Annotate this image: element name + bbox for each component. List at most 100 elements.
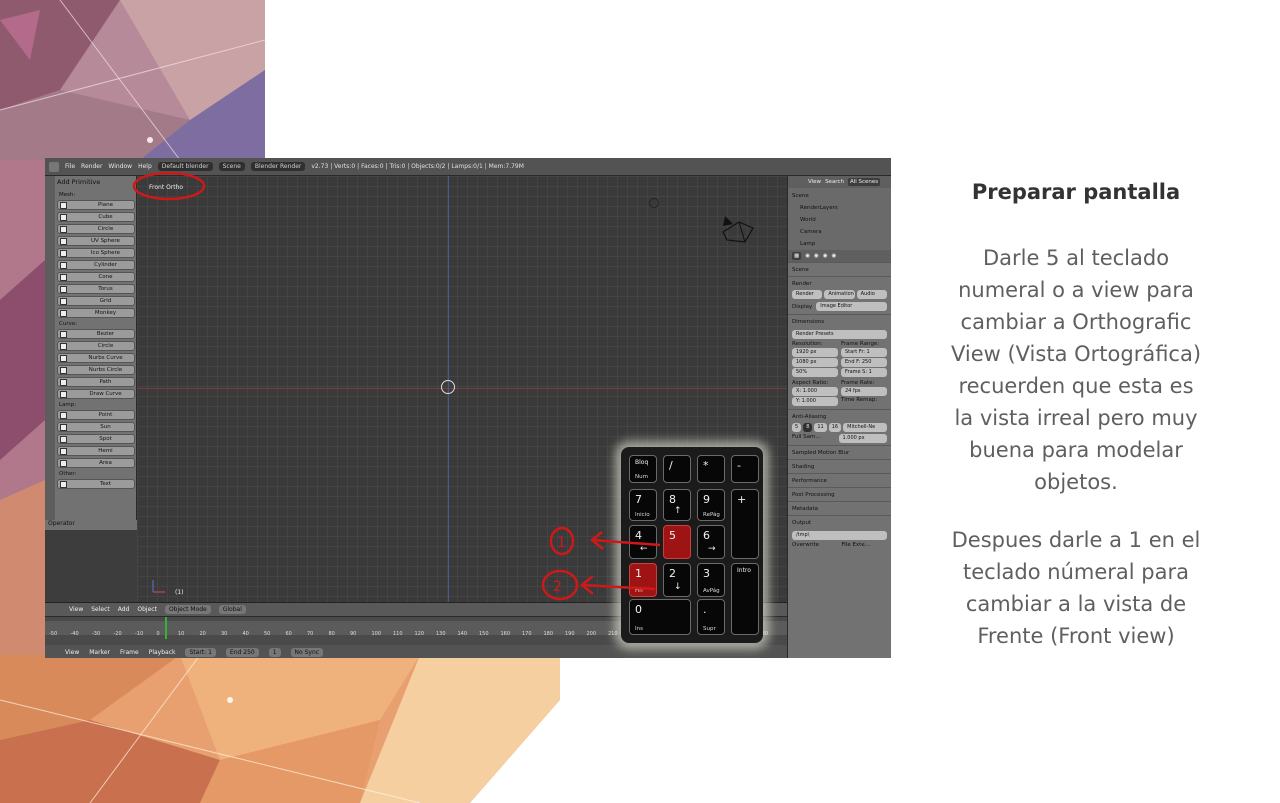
viewport-object-menu[interactable]: Object: [137, 606, 157, 613]
numpad-key-[interactable]: +: [731, 489, 759, 559]
mesh-cylinder-button[interactable]: Cylinder: [57, 260, 135, 270]
sync-select[interactable]: No Sync: [290, 647, 324, 657]
orientation-select[interactable]: Global: [218, 605, 246, 614]
viewport-view-menu[interactable]: View: [69, 606, 83, 613]
operator-panel-header[interactable]: Operator: [45, 520, 137, 530]
lamp-area-button[interactable]: Area: [57, 458, 135, 468]
mesh-uv-sphere-button[interactable]: UV Sphere: [57, 236, 135, 246]
render-presets-select[interactable]: Render Presets: [792, 330, 887, 339]
mesh-grid-button[interactable]: Grid: [57, 296, 135, 306]
current-frame-input[interactable]: 1: [268, 647, 281, 657]
curve-circle-button[interactable]: Circle: [57, 341, 135, 351]
numpad-key-bloq[interactable]: Bloq Num: [629, 455, 657, 483]
overwrite-checkbox[interactable]: Overwrite: [792, 542, 838, 548]
output-section[interactable]: Output: [788, 515, 891, 529]
aa-filter-select[interactable]: Mitchell-Ne: [843, 423, 887, 432]
mesh-torus-button[interactable]: Torus: [57, 284, 135, 294]
outliner-view-menu[interactable]: View: [808, 179, 821, 185]
aa-samples-16[interactable]: 16: [828, 423, 842, 432]
filter-size-field[interactable]: 1.000 px: [838, 434, 887, 443]
menu-help[interactable]: Help: [138, 163, 152, 170]
curve-bezier-button[interactable]: Bezier: [57, 329, 135, 339]
mesh-ico-sphere-button[interactable]: Ico Sphere: [57, 248, 135, 258]
viewport-add-menu[interactable]: Add: [118, 606, 130, 613]
end-frame-input[interactable]: End 250: [225, 647, 259, 657]
render-button[interactable]: Render: [792, 290, 823, 299]
end-frame-field[interactable]: End F: 250: [841, 358, 887, 367]
aa-samples-11[interactable]: 11: [814, 423, 827, 432]
screen-layout-select[interactable]: Default blender: [157, 162, 213, 171]
curve-nurbs-circle-button[interactable]: Nurbs Circle: [57, 365, 135, 375]
sampled-motion-blur-section[interactable]: Sampled Motion Blur: [788, 445, 891, 459]
timeline-marker-menu[interactable]: Marker: [89, 649, 110, 656]
numpad-key-[interactable]: . Supr: [697, 599, 725, 635]
mesh-cone-button[interactable]: Cone: [57, 272, 135, 282]
menu-render[interactable]: Render: [81, 163, 102, 170]
timeline-frame-menu[interactable]: Frame: [120, 649, 139, 656]
timeline-view-menu[interactable]: View: [65, 649, 79, 656]
3d-cursor-icon[interactable]: [441, 380, 455, 394]
lamp-sun-button[interactable]: Sun: [57, 422, 135, 432]
tool-shelf-tabs[interactable]: [45, 176, 55, 520]
metadata-section[interactable]: Metadata: [788, 501, 891, 515]
curve-draw-curve-button[interactable]: Draw Curve: [57, 389, 135, 399]
start-frame-field[interactable]: Start Fr: 1: [841, 348, 887, 357]
mesh-monkey-button[interactable]: Monkey: [57, 308, 135, 318]
timeline-playback-menu[interactable]: Playback: [149, 649, 176, 656]
shading-section[interactable]: Shading: [788, 459, 891, 473]
numpad-key-2[interactable]: 2 ↓: [663, 563, 691, 597]
numpad-key-4[interactable]: 4 ←: [629, 525, 657, 559]
full-sample-checkbox[interactable]: Full Sam...: [792, 434, 837, 443]
render-engine-select[interactable]: Blender Render: [250, 162, 306, 171]
mesh-cube-button[interactable]: Cube: [57, 212, 135, 222]
mesh-circle-button[interactable]: Circle: [57, 224, 135, 234]
render-section[interactable]: Render: [788, 276, 891, 290]
audio-button[interactable]: Audio: [856, 290, 887, 299]
outliner-item[interactable]: World: [792, 214, 887, 226]
outliner-item[interactable]: Camera: [792, 226, 887, 238]
res-x-field[interactable]: 1920 px: [792, 348, 838, 357]
res-y-field[interactable]: 1080 px: [792, 358, 838, 367]
output-path-field[interactable]: /tmp\: [792, 531, 887, 540]
fps-select[interactable]: 24 fps: [841, 387, 887, 396]
aa-samples-8[interactable]: 8: [803, 423, 813, 432]
aspect-x-field[interactable]: X: 1.000: [792, 387, 838, 396]
add-primitive-header[interactable]: Add Primitive: [57, 178, 135, 186]
outliner-item[interactable]: Scene: [792, 190, 887, 202]
anti-aliasing-section[interactable]: Anti-Aliasing: [788, 409, 891, 423]
outliner-item[interactable]: RenderLayers: [792, 202, 887, 214]
res-percent-field[interactable]: 50%: [792, 368, 838, 377]
numpad-key-[interactable]: -: [731, 455, 759, 483]
aa-samples-5[interactable]: 5: [792, 423, 802, 432]
display-select[interactable]: Image Editor: [816, 302, 887, 311]
scene-select[interactable]: Scene: [218, 162, 245, 171]
curve-path-button[interactable]: Path: [57, 377, 135, 387]
numpad-key-3[interactable]: 3 AvPág: [697, 563, 725, 597]
lamp-hemi-button[interactable]: Hemi: [57, 446, 135, 456]
viewport-select-menu[interactable]: Select: [91, 606, 110, 613]
curve-nurbs-curve-button[interactable]: Nurbs Curve: [57, 353, 135, 363]
menu-file[interactable]: File: [65, 163, 75, 170]
numpad-key-9[interactable]: 9 RePág: [697, 489, 725, 521]
numpad-key-8[interactable]: 8 ↑: [663, 489, 691, 521]
animation-button[interactable]: Animation: [824, 290, 855, 299]
editor-type-icon[interactable]: [49, 161, 59, 172]
mode-select[interactable]: Object Mode: [164, 605, 211, 614]
numpad-key-[interactable]: *: [697, 455, 725, 483]
numpad-key-0[interactable]: 0 Ins: [629, 599, 691, 635]
menu-window[interactable]: Window: [108, 163, 132, 170]
outliner-item[interactable]: Lamp: [792, 238, 887, 250]
numpad-key-6[interactable]: 6 →: [697, 525, 725, 559]
numpad-key-5[interactable]: 5: [663, 525, 691, 559]
performance-section[interactable]: Performance: [788, 473, 891, 487]
post-processing-section[interactable]: Post Processing: [788, 487, 891, 501]
numpad-key-1[interactable]: 1 Fin: [629, 563, 657, 597]
other-text-button[interactable]: Text: [57, 479, 135, 489]
lamp-spot-button[interactable]: Spot: [57, 434, 135, 444]
outliner-all-scenes[interactable]: All Scenes: [847, 178, 881, 186]
start-frame-input[interactable]: Start: 1: [185, 647, 216, 657]
camera-object-icon[interactable]: [719, 214, 759, 244]
lamp-point-button[interactable]: Point: [57, 410, 135, 420]
dimensions-section[interactable]: Dimensions: [788, 314, 891, 328]
file-extensions-checkbox[interactable]: File Exte...: [842, 542, 888, 548]
